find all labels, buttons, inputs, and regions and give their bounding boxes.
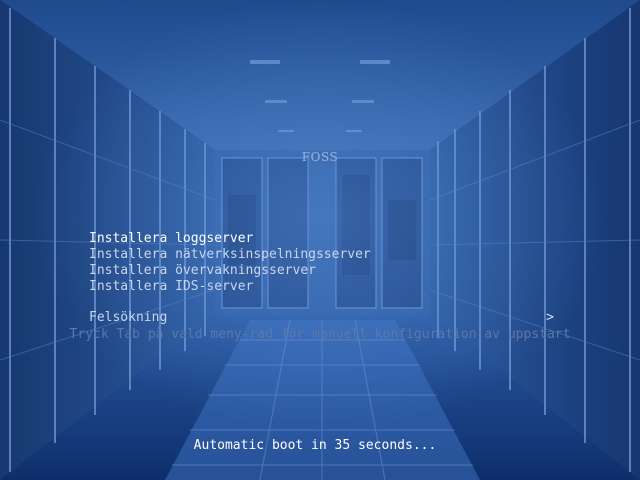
menu-item-install-network-recording-server[interactable]: Installera nätverksinspelningsserver [89, 247, 371, 263]
troubleshooting-label: Felsökning [89, 310, 168, 325]
chevron-right-icon: > [546, 310, 554, 325]
boot-menu-title: FOSS [301, 150, 339, 164]
menu-item-troubleshooting[interactable]: Felsökning > [89, 310, 554, 326]
tab-hint-text: Tryck Tab på vald meny-rad för manuell k… [69, 327, 571, 342]
menu-item-install-log-server[interactable]: Installera loggserver [89, 231, 371, 247]
menu-item-install-ids-server[interactable]: Installera IDS-server [89, 279, 371, 295]
boot-menu: Installera loggserver Installera nätverk… [89, 231, 371, 295]
boot-countdown: Automatic boot in 35 seconds... [193, 438, 437, 453]
menu-item-install-monitoring-server[interactable]: Installera övervakningsserver [89, 263, 371, 279]
